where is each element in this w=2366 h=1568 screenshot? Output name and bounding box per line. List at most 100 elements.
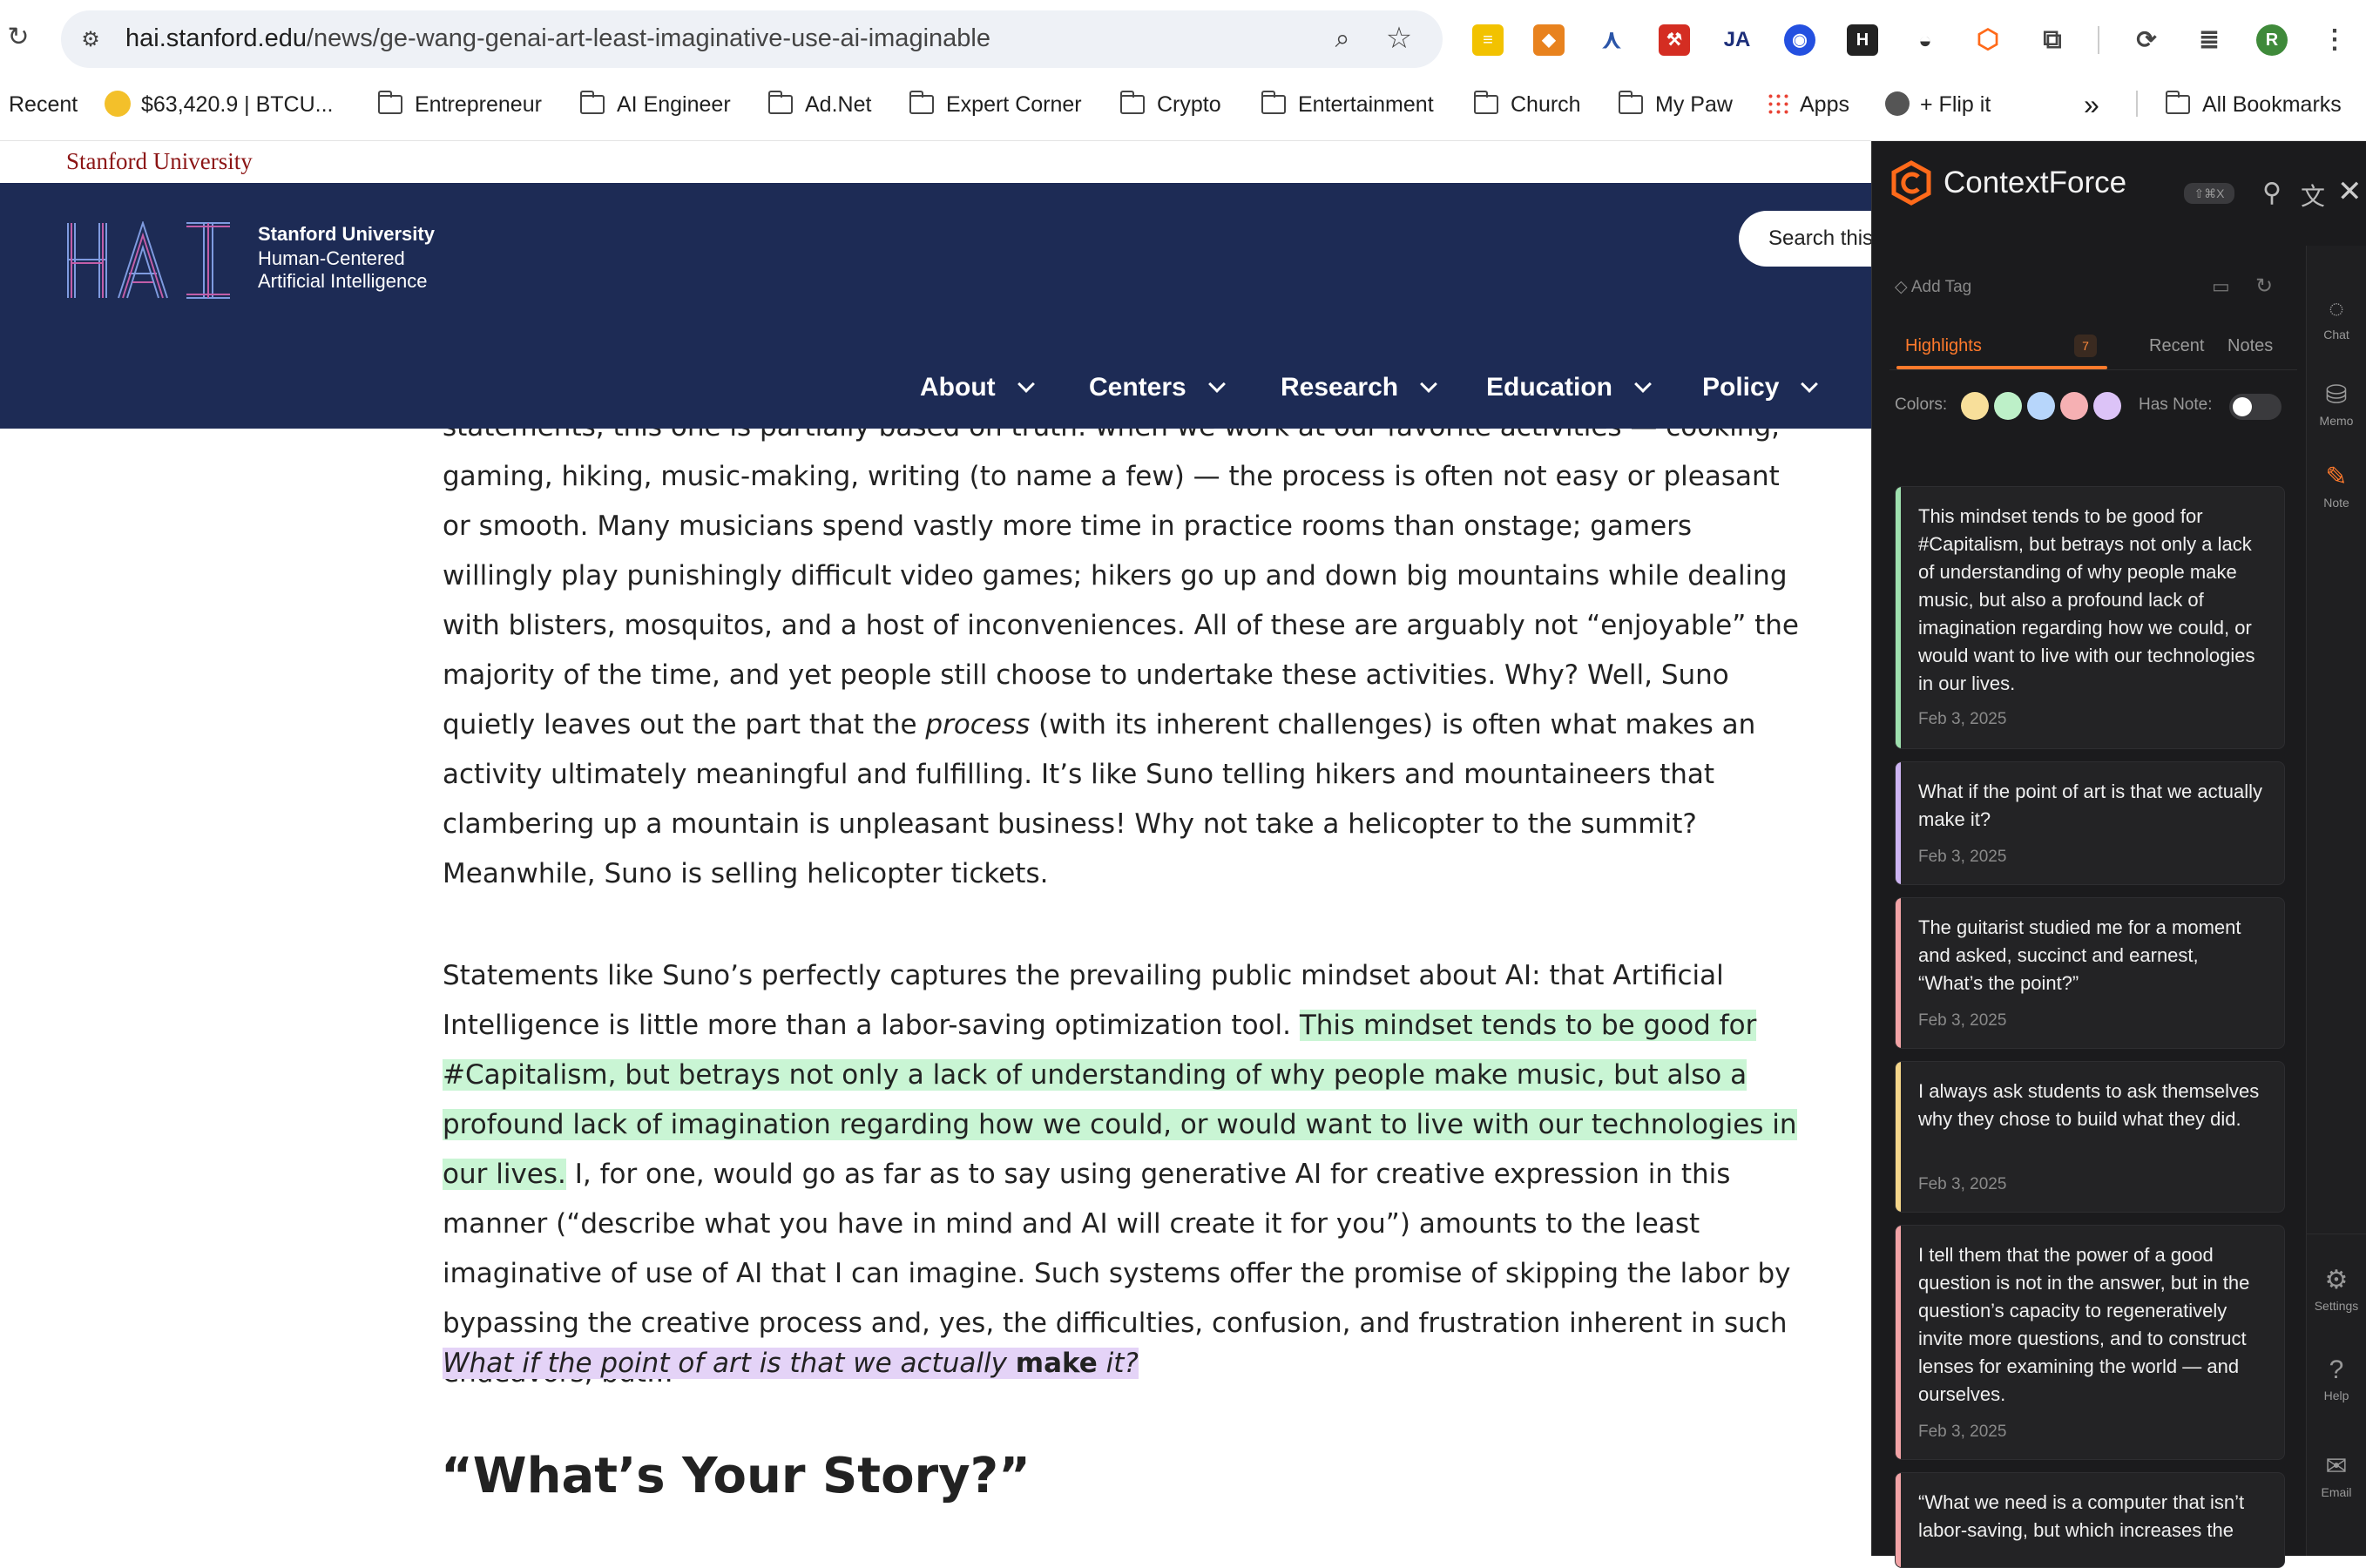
url-text[interactable]: hai.stanford.edu/news/ge-wang-genai-art-… — [125, 24, 990, 53]
help-icon: ? — [2329, 1355, 2344, 1384]
bookmark-folder-entrepreneur[interactable]: Entrepreneur — [378, 91, 542, 118]
extension-h-icon[interactable]: H — [1847, 24, 1878, 56]
bookmark-apps[interactable]: Apps — [1767, 91, 1849, 118]
translate-icon[interactable]: 文 — [2301, 178, 2325, 213]
highlight-text: “What we need is a computer that isn’t l… — [1918, 1491, 2245, 1541]
highlight-card[interactable]: I always ask students to ask themselves … — [1895, 1061, 2285, 1213]
nav-centers[interactable]: Centers — [1089, 373, 1226, 402]
rail-chat[interactable]: ◌ Chat — [2306, 294, 2366, 341]
extension-hammer-icon[interactable]: ⚒ — [1659, 24, 1690, 56]
bookmark-btc[interactable]: $63,420.9 | BTCU... — [105, 91, 334, 118]
tab-notes[interactable]: Notes — [2227, 336, 2273, 356]
highlight-card[interactable]: This mindset tends to be good for #Capit… — [1895, 486, 2285, 749]
bookmark-folder-church[interactable]: Church — [1474, 91, 1581, 118]
nav-education[interactable]: Education — [1486, 373, 1652, 402]
highlight-text: The guitarist studied me for a moment an… — [1918, 916, 2241, 994]
performance-icon[interactable]: ⟳ — [2131, 24, 2162, 56]
folder-icon — [378, 91, 402, 114]
highlight-color-bar — [1896, 487, 1901, 748]
rail-memo[interactable]: ⛁ Memo — [2306, 380, 2366, 428]
extensions-puzzle-icon[interactable]: ⧉ — [2037, 24, 2068, 56]
bookmark-folder-entertainment[interactable]: Entertainment — [1261, 91, 1434, 118]
article-paragraph: Statements like Suno’s perfectly capture… — [443, 960, 1797, 1389]
bookmark-flip-it[interactable]: + Flip it — [1885, 91, 1991, 118]
highlights-count-badge: 7 — [2074, 335, 2097, 357]
bookmark-folder-my-paw[interactable]: My Paw — [1619, 91, 1733, 118]
nav-policy[interactable]: Policy — [1702, 373, 1819, 402]
apps-grid-icon — [1767, 92, 1789, 115]
bookmark-all-bookmarks[interactable]: All Bookmarks — [2166, 91, 2342, 118]
extension-fox-icon[interactable]: ◆ — [1533, 24, 1565, 56]
org-name-line2: Human-Centered — [258, 247, 405, 269]
highlight-card[interactable]: “What we need is a computer that isn’t l… — [1895, 1472, 2285, 1568]
chevron-down-icon — [1420, 375, 1437, 393]
nav-research[interactable]: Research — [1281, 373, 1437, 402]
folder-icon — [1619, 91, 1643, 114]
browser-menu-icon[interactable]: ⋮ — [2319, 24, 2350, 56]
bookmark-folder-ai-engineer[interactable]: AI Engineer — [580, 91, 731, 118]
bookmark-folder-crypto[interactable]: Crypto — [1120, 91, 1221, 118]
close-icon[interactable]: ✕ — [2337, 174, 2363, 209]
web-page: Stanford University statements, this one… — [0, 141, 1871, 1556]
bookmark-star-icon[interactable]: ☆ — [1383, 21, 1415, 55]
nav-about[interactable]: About — [920, 373, 1035, 402]
site-info-icon[interactable]: ⚙ — [77, 26, 105, 54]
refresh-icon[interactable]: ↻ — [2255, 274, 2273, 299]
gear-icon: ⚙ — [2324, 1266, 2349, 1294]
extension-notes-icon[interactable]: ≡ — [1472, 24, 1504, 56]
folder-icon — [1120, 91, 1145, 114]
highlight-text: I always ask students to ask themselves … — [1918, 1080, 2260, 1130]
database-icon: ⛁ — [2325, 381, 2348, 409]
folder-icon — [580, 91, 605, 114]
bookmark-folder-expert-corner[interactable]: Expert Corner — [909, 91, 1082, 118]
media-queue-icon[interactable]: ≣ — [2194, 24, 2225, 56]
pin-icon[interactable]: ⚲ — [2262, 178, 2282, 208]
profile-avatar[interactable]: R — [2256, 24, 2288, 56]
contextforce-logo-icon — [1891, 160, 1931, 206]
article-paragraph: statements, this one is partially based … — [443, 411, 1800, 889]
reload-icon[interactable]: ↻ — [3, 23, 33, 52]
add-tag-button[interactable]: ◇ Add Tag — [1895, 277, 1971, 297]
highlight-text: What if the point of art is that we actu… — [1918, 781, 2262, 830]
highlight-card[interactable]: The guitarist studied me for a moment an… — [1895, 897, 2285, 1049]
stanford-brand-link[interactable]: Stanford University — [66, 148, 253, 175]
extension-mask-icon[interactable]: ◒ — [1910, 24, 1941, 56]
highlighted-quote[interactable]: What if the point of art is that we actu… — [443, 1342, 1139, 1385]
tab-recent[interactable]: Recent — [2149, 336, 2204, 356]
highlight-card[interactable]: What if the point of art is that we actu… — [1895, 761, 2285, 885]
highlight-color-bar — [1896, 762, 1901, 884]
color-filter-green[interactable] — [1994, 392, 2022, 420]
color-filter-blue[interactable] — [2027, 392, 2055, 420]
extension-contextforce-icon[interactable]: ⬡ — [1972, 24, 2004, 56]
extension-ja-icon[interactable]: JA — [1721, 24, 1753, 56]
has-note-label: Has Note: — [2139, 395, 2213, 414]
chevron-down-icon — [1207, 375, 1226, 393]
panel-title: ContextForce — [1944, 166, 2127, 199]
highlight-color-bar — [1896, 1062, 1901, 1212]
bookmark-folder-adnet[interactable]: Ad.Net — [768, 91, 871, 118]
tab-highlights[interactable]: Highlights — [1905, 336, 1982, 356]
site-header: Stanford University Human-Centered Artif… — [0, 183, 1871, 429]
extension-fork-icon[interactable]: ⋏ — [1596, 24, 1627, 56]
color-filter-red[interactable] — [2060, 392, 2088, 420]
more-bookmarks-chevron-icon[interactable]: » — [2084, 91, 2099, 118]
highlight-color-bar — [1896, 898, 1901, 1048]
mail-icon: ✉ — [2325, 1452, 2348, 1481]
org-name-line1: Stanford University — [258, 223, 435, 245]
color-filter-yellow[interactable] — [1961, 392, 1989, 420]
toolbar-divider — [2098, 26, 2099, 54]
bookmark-recent[interactable]: Recent — [9, 91, 78, 118]
extension-circle-icon[interactable]: ◉ — [1784, 24, 1815, 56]
folder-icon — [1474, 91, 1498, 114]
highlight-card[interactable]: I tell them that the power of a good que… — [1895, 1225, 2285, 1460]
hai-logo[interactable] — [64, 221, 239, 300]
color-filter-purple[interactable] — [2093, 392, 2121, 420]
highlight-date: Feb 3, 2025 — [1918, 848, 2007, 866]
clipboard-icon[interactable]: ▭ — [2212, 275, 2230, 298]
rail-settings[interactable]: ⚙ Settings — [2306, 1265, 2366, 1313]
zoom-icon[interactable]: ⌕ — [1328, 24, 1357, 54]
rail-email[interactable]: ✉ Email — [2306, 1451, 2366, 1499]
rail-note[interactable]: ✎ Note — [2306, 462, 2366, 510]
university-strip — [0, 141, 1871, 183]
rail-help[interactable]: ? Help — [2306, 1355, 2366, 1402]
